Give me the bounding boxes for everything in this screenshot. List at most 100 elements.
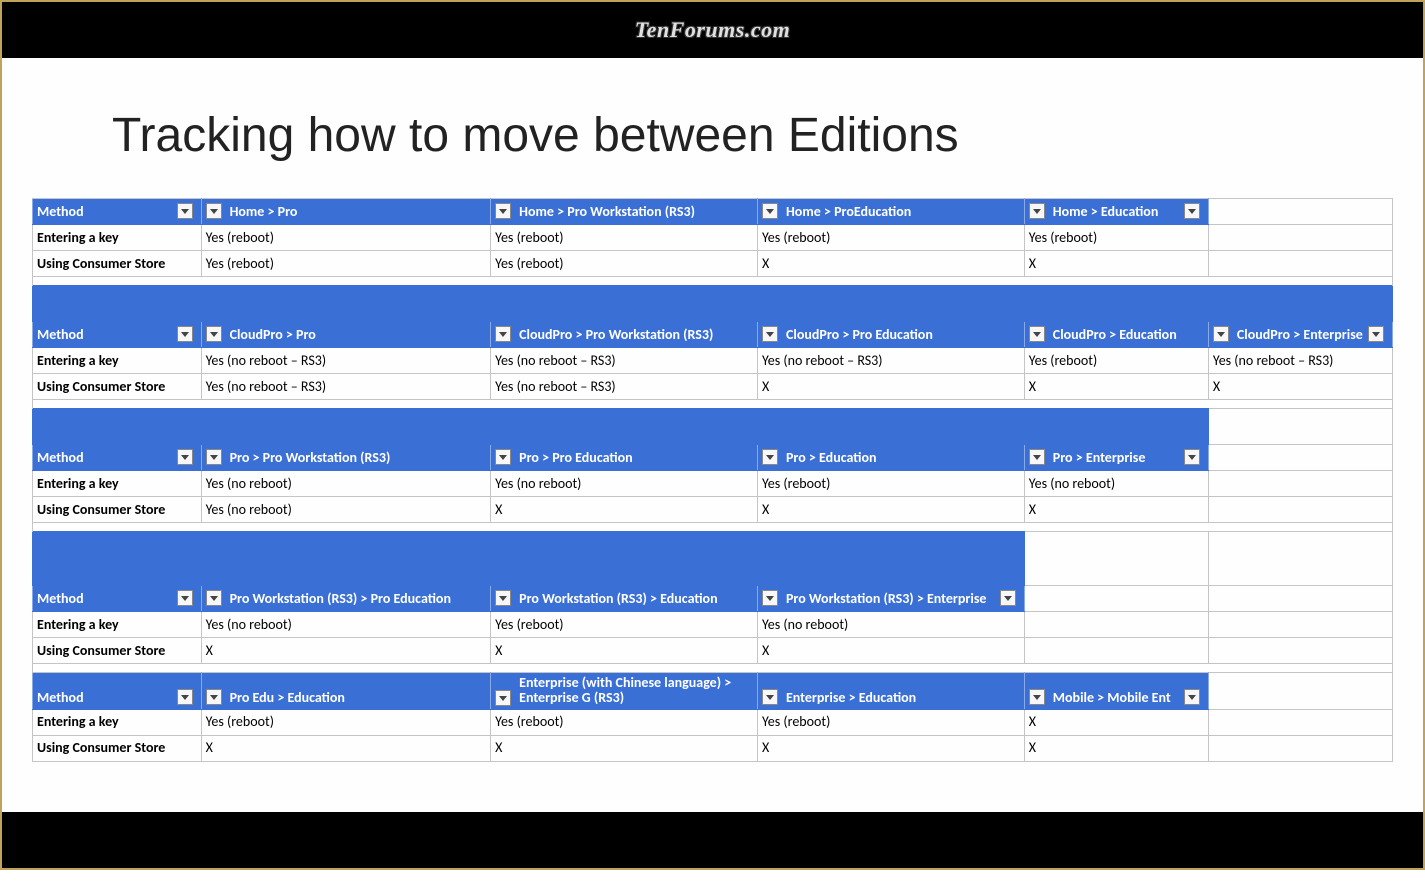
data-cell: Yes (reboot) <box>491 612 758 638</box>
data-cell: X <box>1024 497 1208 523</box>
table-header-row: Method Pro Workstation (RS3) > Pro Educa… <box>33 586 1393 612</box>
empty-cell <box>1208 225 1392 251</box>
filter-icon[interactable] <box>206 590 222 606</box>
filter-icon[interactable] <box>1029 449 1045 465</box>
filter-icon[interactable] <box>495 449 511 465</box>
data-cell: Yes (reboot) <box>491 709 758 735</box>
data-cell: X <box>757 251 1024 277</box>
col-header[interactable]: CloudPro > Education <box>1024 322 1208 348</box>
filter-icon[interactable] <box>206 203 222 219</box>
data-cell: Yes (no reboot) <box>201 497 491 523</box>
data-cell: X <box>491 638 758 664</box>
filter-icon[interactable] <box>762 689 778 705</box>
empty-cell <box>1208 612 1392 638</box>
document-frame: TenForums.com Tracking how to move betwe… <box>0 0 1425 870</box>
table-row: Entering a key Yes (no reboot) Yes (no r… <box>33 471 1393 497</box>
empty-cell <box>1208 673 1392 710</box>
col-header[interactable]: Home > Pro <box>201 199 491 225</box>
filter-icon[interactable] <box>1029 689 1045 705</box>
bottom-letterbox <box>2 812 1423 868</box>
filter-icon[interactable] <box>1029 326 1045 342</box>
filter-icon[interactable] <box>1184 689 1200 705</box>
col-header[interactable]: Pro Workstation (RS3) > Enterprise <box>757 586 1024 612</box>
col-method[interactable]: Method <box>33 673 202 710</box>
empty-cell <box>1208 199 1392 225</box>
col-header[interactable]: CloudPro > Pro <box>201 322 491 348</box>
filter-icon[interactable] <box>1029 203 1045 219</box>
filter-icon[interactable] <box>177 203 193 219</box>
data-cell: Yes (reboot) <box>491 251 758 277</box>
data-cell: Yes (no reboot) <box>1024 471 1208 497</box>
data-cell: Yes (no reboot – RS3) <box>201 348 491 374</box>
col-header[interactable]: Pro > Enterprise <box>1024 445 1208 471</box>
data-cell: X <box>1024 251 1208 277</box>
empty-cell <box>1208 709 1392 735</box>
table-row: Using Consumer Store Yes (no reboot) X X… <box>33 497 1393 523</box>
table-row: Entering a key Yes (reboot) Yes (reboot)… <box>33 709 1393 735</box>
filter-icon[interactable] <box>177 590 193 606</box>
col-header[interactable]: Pro Workstation (RS3) > Pro Education <box>201 586 491 612</box>
filter-icon[interactable] <box>206 449 222 465</box>
filter-icon[interactable] <box>495 690 511 706</box>
col-header[interactable]: Pro > Pro Workstation (RS3) <box>201 445 491 471</box>
data-cell: X <box>1208 374 1392 400</box>
col-header[interactable]: CloudPro > Pro Workstation (RS3) <box>491 322 758 348</box>
filter-icon[interactable] <box>206 326 222 342</box>
filter-icon[interactable] <box>1368 326 1384 342</box>
empty-cell <box>1208 471 1392 497</box>
col-method[interactable]: Method <box>33 199 202 225</box>
col-header[interactable]: Pro Edu > Education <box>201 673 491 710</box>
col-method[interactable]: Method <box>33 586 202 612</box>
col-header[interactable]: Pro > Pro Education <box>491 445 758 471</box>
filter-icon[interactable] <box>762 590 778 606</box>
data-cell: X <box>1024 735 1208 761</box>
col-header[interactable]: Enterprise > Education <box>757 673 1024 710</box>
filter-icon[interactable] <box>177 449 193 465</box>
col-method[interactable]: Method <box>33 445 202 471</box>
filter-icon[interactable] <box>177 689 193 705</box>
col-header[interactable]: Enterprise (with Chinese language) > Ent… <box>491 673 758 710</box>
data-cell: Yes (no reboot) <box>201 471 491 497</box>
filter-icon[interactable] <box>762 449 778 465</box>
filter-icon[interactable] <box>177 326 193 342</box>
col-header[interactable]: Pro > Education <box>757 445 1024 471</box>
data-cell: Yes (no reboot – RS3) <box>491 348 758 374</box>
col-header[interactable]: Mobile > Mobile Ent <box>1024 673 1208 710</box>
row-label: Using Consumer Store <box>33 735 202 761</box>
col-header[interactable]: CloudPro > Pro Education <box>757 322 1024 348</box>
data-cell: Yes (reboot) <box>201 251 491 277</box>
data-cell: Yes (no reboot) <box>491 471 758 497</box>
col-header[interactable]: CloudPro > Enterprise <box>1208 322 1392 348</box>
data-cell: Yes (reboot) <box>757 709 1024 735</box>
row-label: Entering a key <box>33 348 202 374</box>
col-header[interactable]: Pro Workstation (RS3) > Education <box>491 586 758 612</box>
filter-icon[interactable] <box>495 590 511 606</box>
col-header[interactable]: Home > Education <box>1024 199 1208 225</box>
filter-icon[interactable] <box>1213 326 1229 342</box>
data-cell: X <box>1024 374 1208 400</box>
filter-icon[interactable] <box>206 689 222 705</box>
col-header[interactable]: Home > ProEducation <box>757 199 1024 225</box>
table-row: Using Consumer Store Yes (reboot) Yes (r… <box>33 251 1393 277</box>
watermark-text: TenForums.com <box>635 17 790 43</box>
row-label: Entering a key <box>33 709 202 735</box>
filter-icon[interactable] <box>495 203 511 219</box>
data-cell: X <box>491 735 758 761</box>
empty-cell <box>1208 497 1392 523</box>
data-cell: Yes (reboot) <box>1024 348 1208 374</box>
header-pad <box>33 532 1025 586</box>
filter-icon[interactable] <box>762 203 778 219</box>
filter-icon[interactable] <box>1184 449 1200 465</box>
empty-cell <box>1208 532 1392 586</box>
slide-body: Tracking how to move between Editions Me… <box>2 58 1423 812</box>
filter-icon[interactable] <box>1184 203 1200 219</box>
filter-icon[interactable] <box>1000 590 1016 606</box>
data-cell: Yes (reboot) <box>757 471 1024 497</box>
table-row: Entering a key Yes (no reboot) Yes (rebo… <box>33 612 1393 638</box>
filter-icon[interactable] <box>762 326 778 342</box>
table-row: Entering a key Yes (no reboot – RS3) Yes… <box>33 348 1393 374</box>
filter-icon[interactable] <box>495 326 511 342</box>
col-header[interactable]: Home > Pro Workstation (RS3) <box>491 199 758 225</box>
data-cell: Yes (no reboot) <box>757 612 1024 638</box>
col-method[interactable]: Method <box>33 322 202 348</box>
